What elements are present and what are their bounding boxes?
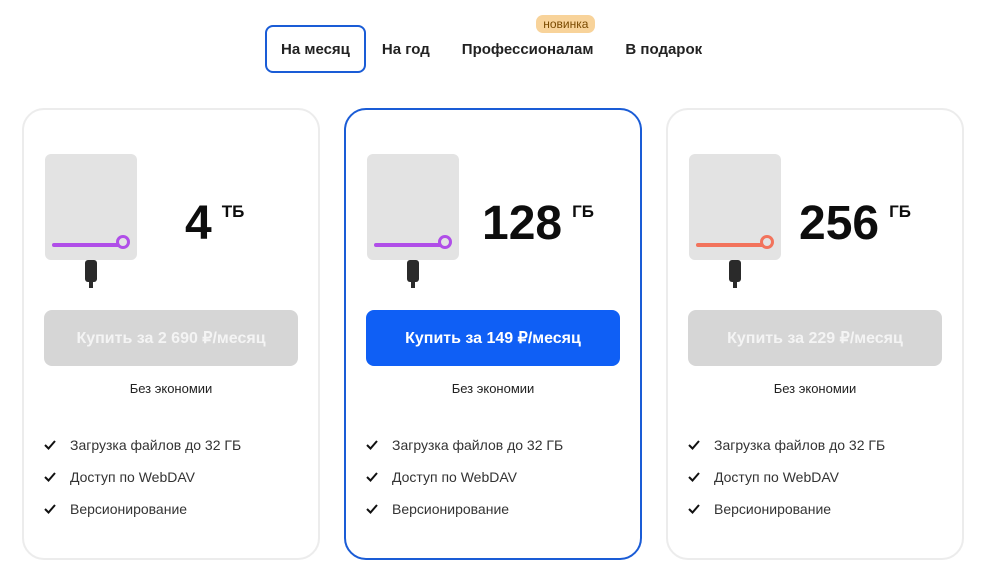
feature-item: Доступ по WebDAV bbox=[44, 461, 241, 493]
plan-card-128gb: 128 ГБ Купить за 149 ₽/месяц Без экономи… bbox=[344, 108, 642, 560]
feature-text: Загрузка файлов до 32 ГБ bbox=[70, 437, 242, 453]
feature-text: Версионирование bbox=[714, 501, 832, 517]
check-icon bbox=[44, 440, 56, 450]
storage-device-icon bbox=[45, 154, 137, 290]
tab-gift-label: В подарок bbox=[625, 40, 703, 58]
feature-text: Загрузка файлов до 32 ГБ bbox=[392, 437, 564, 453]
feature-text: Версионирование bbox=[70, 501, 188, 517]
plan-card-256gb: 256 ГБ Купить за 229 ₽/месяц Без экономи… bbox=[666, 108, 964, 560]
buy-button[interactable]: Купить за 229 ₽/месяц bbox=[688, 310, 942, 366]
tab-monthly-label: На месяц bbox=[281, 40, 350, 58]
feature-text: Версионирование bbox=[392, 501, 510, 517]
plan-card-4tb: 4 ТБ Купить за 2 690 ₽/месяц Без экономи… bbox=[22, 108, 320, 560]
feature-text: Доступ по WebDAV bbox=[714, 469, 840, 485]
feature-item: Доступ по WebDAV bbox=[688, 461, 885, 493]
billing-period-tabs: На месяц На год Профессионалам новинка В… bbox=[265, 15, 718, 73]
plan-size: 128 ГБ bbox=[482, 200, 594, 248]
feature-item: Загрузка файлов до 32 ГБ bbox=[688, 429, 885, 461]
feature-item: Загрузка файлов до 32 ГБ bbox=[44, 429, 241, 461]
saving-label: Без экономии bbox=[129, 381, 213, 396]
feature-item: Доступ по WebDAV bbox=[366, 461, 563, 493]
tab-gift[interactable]: В подарок bbox=[609, 25, 718, 73]
check-icon bbox=[44, 472, 56, 482]
check-icon bbox=[366, 472, 378, 482]
storage-device-icon bbox=[689, 154, 781, 290]
feature-text: Доступ по WebDAV bbox=[392, 469, 518, 485]
tab-professionals-label: Профессионалам bbox=[461, 40, 594, 58]
feature-list: Загрузка файлов до 32 ГБ Доступ по WebDA… bbox=[366, 429, 563, 525]
feature-item: Версионирование bbox=[366, 493, 563, 525]
check-icon bbox=[688, 440, 700, 450]
check-icon bbox=[688, 504, 700, 514]
check-icon bbox=[366, 504, 378, 514]
feature-text: Загрузка файлов до 32 ГБ bbox=[714, 437, 886, 453]
new-badge: новинка bbox=[536, 15, 596, 33]
check-icon bbox=[44, 504, 56, 514]
tab-yearly-label: На год bbox=[381, 40, 430, 58]
plan-size-unit: ГБ bbox=[572, 202, 594, 221]
feature-item: Загрузка файлов до 32 ГБ bbox=[366, 429, 563, 461]
feature-list: Загрузка файлов до 32 ГБ Доступ по WebDA… bbox=[44, 429, 241, 525]
buy-button[interactable]: Купить за 149 ₽/месяц bbox=[366, 310, 620, 366]
feature-list: Загрузка файлов до 32 ГБ Доступ по WebDA… bbox=[688, 429, 885, 525]
plan-size-value: 128 bbox=[482, 197, 563, 250]
storage-device-icon bbox=[367, 154, 459, 290]
tab-monthly[interactable]: На месяц bbox=[265, 25, 366, 73]
plan-size-unit: ГБ bbox=[889, 202, 911, 221]
plan-size-value: 256 bbox=[799, 197, 880, 250]
check-icon bbox=[688, 472, 700, 482]
feature-text: Доступ по WebDAV bbox=[70, 469, 196, 485]
plan-size-value: 4 bbox=[185, 197, 212, 250]
saving-label: Без экономии bbox=[773, 381, 857, 396]
tab-professionals[interactable]: Профессионалам новинка bbox=[446, 15, 610, 73]
plan-size: 256 ГБ bbox=[799, 200, 911, 248]
feature-item: Версионирование bbox=[688, 493, 885, 525]
tab-yearly[interactable]: На год bbox=[366, 25, 446, 73]
plan-size-unit: ТБ bbox=[221, 202, 245, 221]
check-icon bbox=[366, 440, 378, 450]
plan-size: 4 ТБ bbox=[185, 200, 244, 248]
saving-label: Без экономии bbox=[451, 381, 535, 396]
feature-item: Версионирование bbox=[44, 493, 241, 525]
buy-button[interactable]: Купить за 2 690 ₽/месяц bbox=[44, 310, 298, 366]
